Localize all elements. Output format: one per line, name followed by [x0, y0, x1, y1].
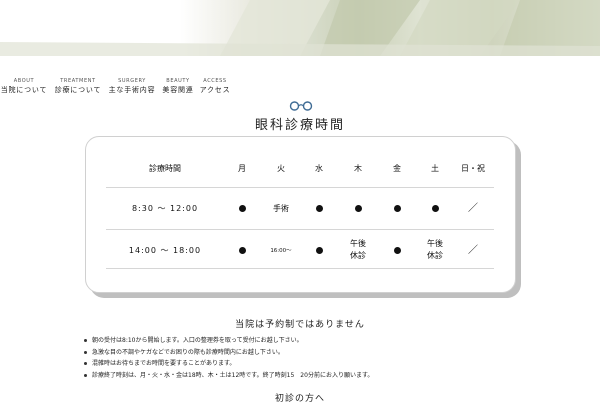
row-morning-time: 8:30 〜 12:00 — [131, 204, 199, 213]
open-dot-icon — [238, 205, 246, 212]
morning-wed — [309, 203, 329, 217]
open-dot-icon — [354, 205, 362, 212]
global-nav: ABOUT 当院について TREATMENT 診療について SURGERY 主な… — [0, 78, 240, 98]
morning-tue: 手術 — [273, 204, 289, 213]
afternoon-sat: 午後 休診 — [427, 239, 443, 260]
nav-item-treatment[interactable]: TREATMENT 診療について — [53, 78, 103, 96]
afternoon-thu: 午後 休診 — [350, 239, 366, 260]
list-item: 急激な目の不調やケガなどでお困りの際も診療時間内にお越し下さい。 — [82, 347, 552, 359]
row-divider — [106, 268, 494, 269]
nav-jp-label: 当院について — [0, 86, 48, 94]
nav-jp-label: アクセス — [199, 86, 231, 94]
open-dot-icon — [315, 205, 323, 212]
nav-item-about[interactable]: ABOUT 当院について — [0, 78, 48, 96]
list-item: 混雑時はお待ちまでお時間を要することがあります。 — [82, 358, 552, 370]
nav-jp-label: 主な手術内容 — [108, 86, 156, 94]
morning-sun-holiday: ／ — [468, 203, 478, 214]
afternoon-wed — [309, 238, 329, 264]
first-visit-heading: 初診の方へ — [274, 394, 325, 404]
list-item: 朝の受付は8:10から開始します。入口の整理券を取って受付にお越し下さい。 — [82, 335, 552, 347]
nav-item-beauty[interactable]: BEAUTY 美容関連 — [160, 78, 196, 96]
row-afternoon-time: 14:00 〜 18:00 — [128, 246, 202, 255]
row-divider — [106, 187, 494, 188]
morning-sat — [425, 203, 445, 217]
header-sun-holiday: 日・祝 — [461, 164, 485, 173]
header-sat: 土 — [431, 164, 439, 173]
afternoon-sun-holiday: ／ — [468, 245, 478, 256]
afternoon-mon — [232, 238, 252, 264]
notice-list: 朝の受付は8:10から開始します。入口の整理券を取って受付にお越し下さい。 急激… — [82, 335, 552, 381]
nav-item-surgery[interactable]: SURGERY 主な手術内容 — [107, 78, 157, 96]
morning-mon — [232, 203, 252, 217]
nav-item-access[interactable]: ACCESS アクセス — [198, 78, 232, 96]
morning-thu — [348, 203, 368, 217]
open-dot-icon — [393, 205, 401, 212]
header-wed: 水 — [315, 164, 323, 173]
nav-jp-label: 診療について — [54, 86, 102, 94]
open-dot-icon — [315, 247, 323, 254]
header-fri: 金 — [393, 164, 401, 173]
nav-jp-label: 美容関連 — [162, 86, 194, 94]
header-hours: 診療時間 — [149, 164, 181, 173]
morning-fri — [387, 203, 407, 217]
reservation-notice-title: 当院は予約制ではありません — [235, 320, 365, 330]
header-banner — [0, 0, 600, 56]
open-dot-icon — [431, 205, 439, 212]
list-item: 診療終了時刻は、月・火・水・金は18時、木・土は12時です。終了時刻15 20分… — [82, 370, 552, 382]
header-tue: 火 — [277, 164, 285, 173]
header-mon: 月 — [238, 164, 246, 173]
header-thu: 木 — [354, 164, 362, 173]
banner-texture — [0, 0, 600, 56]
row-divider — [106, 229, 494, 230]
open-dot-icon — [393, 247, 401, 254]
afternoon-fri — [387, 238, 407, 264]
open-dot-icon — [238, 247, 246, 254]
page-title: 眼科診療時間 — [254, 118, 345, 133]
afternoon-tue: 16:00〜 — [270, 248, 292, 254]
glasses-icon — [289, 101, 313, 111]
